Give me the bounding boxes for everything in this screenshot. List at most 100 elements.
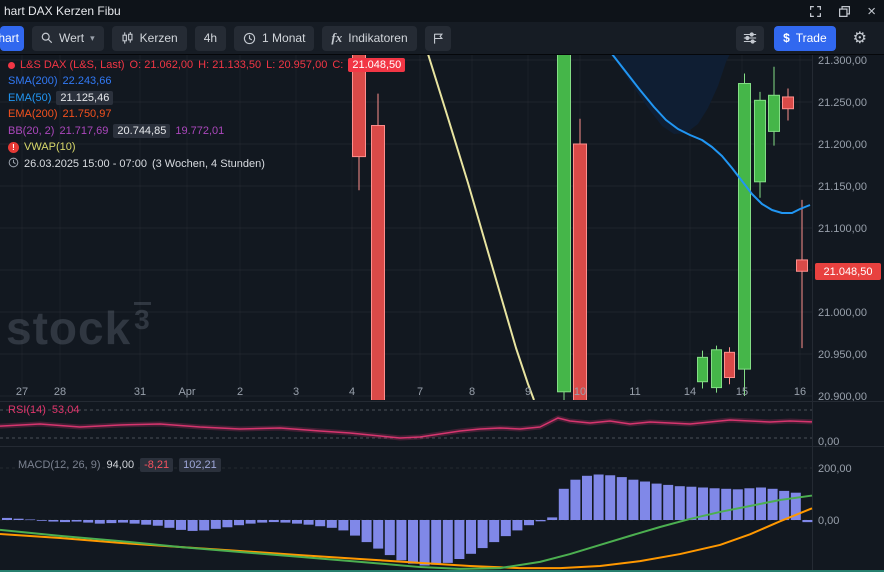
window-title: hart DAX Kerzen Fibu — [4, 4, 121, 18]
macd-axis-label: 200,00 — [818, 463, 852, 475]
date-tick-label: 2 — [237, 386, 243, 398]
macd-histogram-bar — [617, 477, 627, 520]
candlestick-icon — [121, 31, 134, 45]
macd-histogram-bar — [234, 520, 244, 525]
bb-legend-row[interactable]: BB(20, 2) 21.717,69 20.744,85 19.772,01 — [8, 124, 405, 138]
macd-histogram-bar — [675, 486, 685, 520]
candle-body — [712, 350, 722, 388]
chart-widget-window: hart DAX Kerzen Fibu × hart — [0, 0, 884, 572]
macd-histogram-bar — [768, 489, 778, 520]
rsi-indicator-label[interactable]: RSI(14) 53,04 — [8, 404, 79, 416]
instrument-name: L&S DAX (L&S, Last) — [20, 59, 125, 72]
clock-icon — [243, 32, 256, 45]
macd-histogram-bar — [83, 520, 93, 523]
bb-lower-value: 19.772,01 — [175, 125, 224, 138]
candle-body — [739, 84, 751, 370]
open-value: O: 21.062,00 — [130, 59, 194, 72]
close-icon[interactable]: × — [867, 4, 876, 19]
date-tick-label: 27 — [16, 386, 28, 398]
macd-histogram-bar — [501, 520, 511, 536]
macd-histogram-bar — [60, 520, 70, 522]
macd-histogram-bar — [188, 520, 198, 531]
macd-histogram-bar — [663, 485, 673, 520]
macd-histogram-bar — [640, 482, 650, 520]
wert-dropdown-button[interactable]: Wert ▾ — [32, 26, 104, 51]
macd-histogram-bar — [25, 519, 35, 520]
sma-legend-row[interactable]: SMA(200) 22.243,66 — [8, 75, 405, 88]
ema200-legend-row[interactable]: EMA(200) 21.750,97 — [8, 108, 405, 121]
fx-icon: fx — [331, 30, 342, 46]
chart-settings-sliders-button[interactable] — [736, 26, 764, 51]
date-tick-label: 8 — [469, 386, 475, 398]
restore-window-icon[interactable] — [838, 5, 851, 18]
macd-histogram-bar — [385, 520, 395, 555]
range-dropdown-button[interactable]: 1 Monat — [234, 26, 314, 51]
date-tick-label: 16 — [794, 386, 806, 398]
chart-tab-button-clipped[interactable]: hart — [0, 26, 24, 51]
titlebar[interactable]: hart DAX Kerzen Fibu × — [0, 0, 884, 22]
macd-histogram-bar — [199, 520, 209, 530]
macd-histogram-bar — [582, 476, 592, 520]
indicator-band-cloud — [612, 54, 730, 134]
macd-histogram-bar — [164, 520, 174, 528]
trade-button[interactable]: $ Trade — [774, 26, 836, 51]
ema200-label: EMA(200) — [8, 108, 58, 121]
macd-histogram-bar — [373, 520, 383, 549]
price-tick-label: 21.300,00 — [818, 55, 867, 67]
macd-histogram-bar — [570, 480, 580, 520]
date-tick-label: 15 — [736, 386, 748, 398]
candle-body — [783, 97, 794, 109]
date-tick-label: 4 — [349, 386, 355, 398]
macd-histogram-bar — [512, 520, 522, 530]
macd-histogram-bar — [350, 520, 360, 536]
macd-histogram-bar — [594, 475, 604, 521]
candle-body — [755, 100, 766, 181]
macd-histogram-bar — [269, 520, 279, 522]
macd-histogram-bar — [304, 520, 314, 525]
macd-histogram-bar — [37, 520, 47, 521]
candle-body — [725, 352, 735, 377]
toolbar: hart Wert ▾ Kerzen 4h — [0, 22, 884, 55]
sma-label: SMA(200) — [8, 75, 58, 88]
date-tick-label: Apr — [178, 386, 195, 398]
macd-histogram-bar — [408, 520, 418, 564]
instrument-legend-row[interactable]: L&S DAX (L&S, Last) O: 21.062,00 H: 21.1… — [8, 58, 405, 72]
macd-histogram-bar — [95, 520, 105, 524]
macd-histogram-bar — [130, 520, 140, 524]
ema50-legend-row[interactable]: EMA(50) 21.125,46 — [8, 91, 405, 105]
indicators-button[interactable]: fx Indikatoren — [322, 26, 416, 51]
date-tick-label: 9 — [525, 386, 531, 398]
macd-histogram-bar — [396, 520, 406, 560]
macd-histogram-bar — [211, 520, 221, 529]
rsi-line-glow — [0, 418, 812, 438]
bookmark-button[interactable] — [425, 26, 451, 51]
timeframe-note: (3 Wochen, 4 Stunden) — [152, 158, 265, 171]
ema50-label: EMA(50) — [8, 92, 51, 105]
macd-indicator-label[interactable]: MACD(12, 26, 9) 94,00 -8,21 102,21 — [18, 458, 221, 472]
candle-body — [797, 260, 808, 271]
price-tick-label: 21.250,00 — [818, 97, 867, 109]
settings-gear-button[interactable]: ⚙ — [846, 26, 874, 51]
ema200-value: 21.750,97 — [63, 108, 112, 121]
macd-histogram-bar — [478, 520, 488, 548]
price-tick-label: 20.950,00 — [818, 349, 867, 361]
error-exclamation-icon: ! — [8, 142, 19, 153]
fullscreen-icon[interactable] — [809, 5, 822, 18]
chart-type-kerzen-button[interactable]: Kerzen — [112, 26, 187, 51]
bb-label: BB(20, 2) — [8, 125, 54, 138]
tune-sliders-icon — [743, 31, 757, 45]
interval-button[interactable]: 4h — [195, 26, 226, 51]
last-price-badge: 21.048,50 — [815, 263, 881, 280]
macd-histogram-bar — [153, 520, 163, 526]
macd-histogram-bar — [733, 489, 743, 520]
vwap-legend-row[interactable]: ! VWAP(10) — [8, 141, 405, 154]
price-tick-label: 21.200,00 — [818, 139, 867, 151]
rsi-name: RSI(14) — [8, 404, 46, 416]
macd-histogram-bar — [338, 520, 348, 530]
candle-body — [698, 357, 708, 381]
candle-body — [558, 0, 571, 392]
low-value: L: 20.957,00 — [266, 59, 327, 72]
dollar-icon: $ — [783, 31, 790, 45]
macd-histogram-bar — [652, 484, 662, 520]
date-tick-label: 10 — [574, 386, 586, 398]
